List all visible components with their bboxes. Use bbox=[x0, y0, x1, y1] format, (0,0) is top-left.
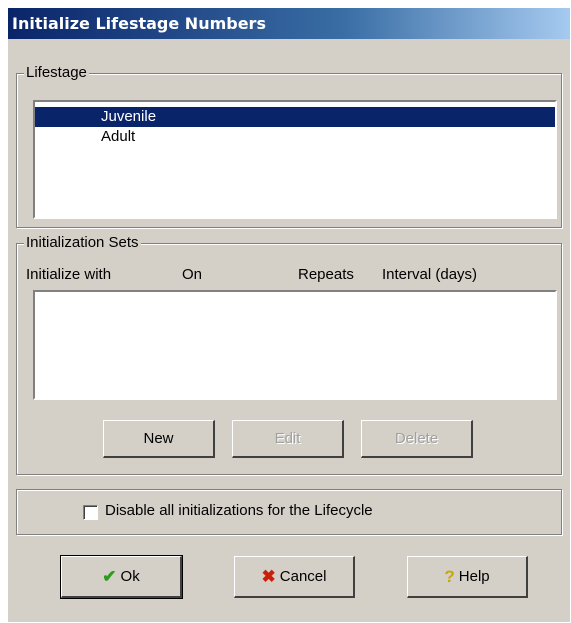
disable-initializations-label[interactable]: Disable all initializations for the Life… bbox=[105, 502, 373, 519]
ok-button[interactable]: ✔ Ok bbox=[60, 555, 183, 599]
column-repeats: Repeats bbox=[298, 266, 354, 283]
list-item-adult[interactable]: Adult bbox=[35, 127, 555, 147]
initialization-sets-list[interactable] bbox=[33, 290, 557, 400]
lifestage-group-label: Lifestage bbox=[24, 64, 89, 81]
column-on: On bbox=[182, 266, 203, 283]
delete-button[interactable]: Delete bbox=[361, 420, 473, 458]
x-icon: ✖ bbox=[261, 566, 276, 586]
new-button[interactable]: New bbox=[103, 420, 215, 458]
lifestage-list[interactable]: Juvenile Adult bbox=[33, 100, 557, 219]
list-item-juvenile[interactable]: Juvenile bbox=[35, 107, 555, 127]
help-button[interactable]: ? Help bbox=[407, 556, 528, 598]
column-initialize-with: Initialize with bbox=[26, 266, 112, 283]
initialization-sets-group-label: Initialization Sets bbox=[24, 234, 141, 251]
title-bar: Initialize Lifestage Numbers bbox=[8, 8, 570, 39]
question-icon: ? bbox=[444, 566, 455, 586]
ok-button-label: Ok bbox=[120, 568, 140, 585]
dialog-window: Initialize Lifestage Numbers Lifestage J… bbox=[8, 8, 570, 622]
edit-button[interactable]: Edit bbox=[232, 420, 344, 458]
help-button-label: Help bbox=[458, 568, 490, 585]
column-interval-days: Interval (days) bbox=[382, 266, 478, 283]
cancel-button[interactable]: ✖ Cancel bbox=[234, 556, 355, 598]
disable-initializations-checkbox[interactable] bbox=[83, 505, 98, 520]
checkmark-icon: ✔ bbox=[102, 566, 117, 586]
cancel-button-label: Cancel bbox=[279, 568, 327, 585]
